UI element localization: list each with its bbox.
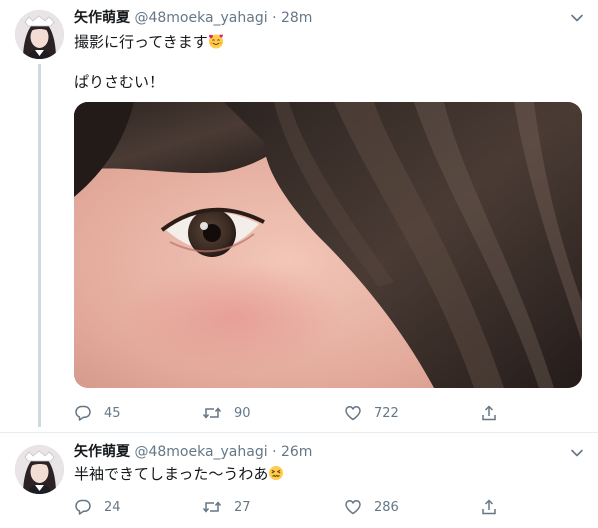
- tweet-text-line: 撮影に行ってきます: [74, 32, 224, 52]
- like-count: 722: [374, 405, 399, 421]
- reply-icon: [75, 405, 91, 421]
- chevron-down-icon[interactable]: [570, 11, 584, 25]
- like-count: 286: [374, 499, 399, 515]
- user-handle[interactable]: @48moeka_yahagi: [134, 10, 267, 26]
- chevron-down-icon[interactable]: [570, 446, 584, 460]
- retweet-count: 90: [234, 405, 251, 421]
- tweet-photo[interactable]: [74, 102, 582, 388]
- timestamp[interactable]: 26m: [281, 444, 312, 460]
- tweet-text-line: 半袖できてしまった〜うわあ: [74, 464, 284, 484]
- reply-count: 45: [104, 405, 121, 421]
- tweet[interactable]: 矢作萌夏 @48moeka_yahagi · 28m 撮影に行ってきます ぱりさ…: [0, 0, 598, 432]
- avatar[interactable]: [15, 10, 64, 59]
- tweet-header: 矢作萌夏 @48moeka_yahagi · 28m: [74, 8, 312, 28]
- retweet-icon: [202, 407, 222, 419]
- tweet-text: ぱりさむい！: [74, 73, 165, 91]
- confounded-face-icon: [268, 465, 284, 481]
- user-handle[interactable]: @48moeka_yahagi: [134, 444, 267, 460]
- tweet-text: 撮影に行ってきます: [74, 33, 208, 51]
- display-name[interactable]: 矢作萌夏: [74, 444, 130, 460]
- like-button[interactable]: 722: [344, 402, 399, 424]
- heart-icon: [345, 406, 361, 421]
- thread-line: [38, 64, 41, 427]
- timestamp[interactable]: 28m: [281, 10, 312, 26]
- display-name[interactable]: 矢作萌夏: [74, 10, 130, 26]
- share-button[interactable]: [480, 496, 498, 518]
- reply-count: 24: [104, 499, 121, 515]
- separator-dot: ·: [272, 444, 277, 460]
- like-button[interactable]: 286: [344, 496, 399, 518]
- retweet-button[interactable]: 90: [202, 402, 251, 424]
- tweet-header: 矢作萌夏 @48moeka_yahagi · 26m: [74, 442, 312, 462]
- separator-dot: ·: [272, 10, 277, 26]
- reply-button[interactable]: 24: [74, 496, 121, 518]
- tweet-text-line: ぱりさむい！: [74, 72, 164, 92]
- share-icon: [482, 499, 496, 515]
- reply-icon: [75, 499, 91, 515]
- smiling-face-with-hearts-icon: [208, 33, 224, 49]
- heart-icon: [345, 500, 361, 515]
- retweet-icon: [202, 501, 222, 513]
- tweet-actions: 24 27 286: [74, 496, 504, 518]
- share-icon: [482, 405, 496, 421]
- tweet-actions: 45 90 722: [74, 402, 504, 424]
- share-button[interactable]: [480, 402, 498, 424]
- retweet-count: 27: [234, 499, 251, 515]
- tweet-text: 半袖できてしまった〜うわあ: [74, 465, 269, 483]
- avatar[interactable]: [15, 445, 64, 494]
- retweet-button[interactable]: 27: [202, 496, 251, 518]
- reply-button[interactable]: 45: [74, 402, 121, 424]
